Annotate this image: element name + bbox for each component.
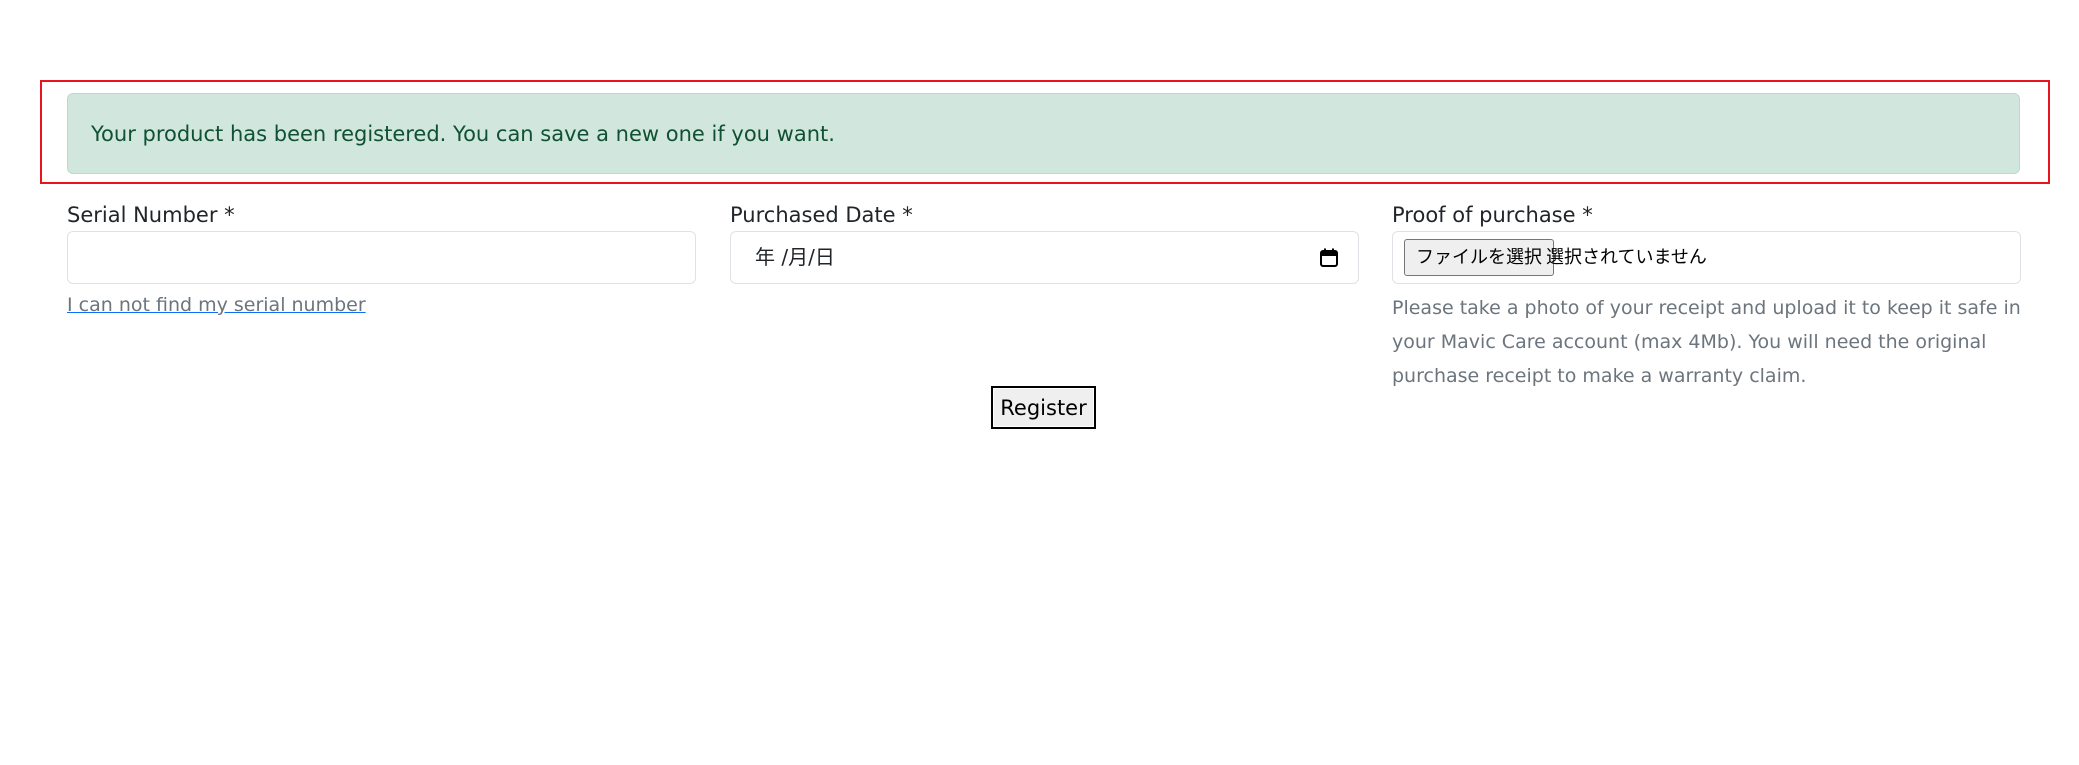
proof-of-purchase-label: Proof of purchase * bbox=[1392, 203, 1593, 227]
proof-help-text: Please take a photo of your receipt and … bbox=[1392, 297, 2021, 387]
serial-number-label: Serial Number * bbox=[67, 203, 235, 227]
success-alert: Your product has been registered. You ca… bbox=[67, 93, 2020, 174]
serial-number-input[interactable] bbox=[67, 231, 696, 284]
proof-file-input[interactable]: ファイルを選択 選択されていません bbox=[1392, 231, 2021, 284]
alert-message: Your product has been registered. You ca… bbox=[91, 122, 835, 146]
purchased-date-label: Purchased Date * bbox=[730, 203, 913, 227]
calendar-icon[interactable] bbox=[1320, 248, 1338, 267]
date-placeholder: 年 /月/日 bbox=[755, 245, 835, 269]
proof-of-purchase-group: Proof of purchase * ファイルを選択 選択されていません Pl… bbox=[1392, 200, 2021, 393]
serial-number-group: Serial Number * I can not find my serial… bbox=[67, 200, 696, 318]
purchased-date-group: Purchased Date * 年 /月/日 bbox=[730, 200, 1359, 284]
register-button[interactable]: Register bbox=[991, 386, 1096, 429]
purchased-date-input[interactable]: 年 /月/日 bbox=[730, 231, 1359, 284]
choose-file-button[interactable]: ファイルを選択 bbox=[1404, 239, 1554, 276]
file-status-text: 選択されていません bbox=[1546, 247, 1707, 268]
serial-help-link[interactable]: I can not find my serial number bbox=[67, 292, 366, 318]
